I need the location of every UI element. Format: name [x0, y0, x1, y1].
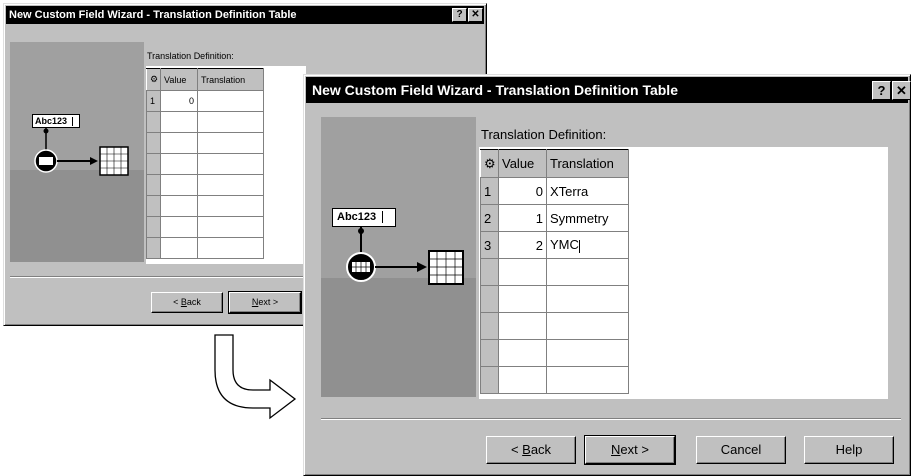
back-abc-textbox: Abc123 — [32, 114, 80, 128]
table-row[interactable] — [480, 366, 629, 394]
curved-arrow-icon — [214, 334, 297, 420]
back-back-button[interactable]: < Back — [151, 292, 223, 313]
back-translation-table[interactable]: ⚙ Value Translation 10 — [146, 68, 264, 259]
front-next-button[interactable]: Next > — [584, 435, 676, 465]
front-section-label: Translation Definition: — [481, 127, 607, 142]
front-cancel-button[interactable]: Cancel — [696, 436, 786, 464]
table-row[interactable] — [480, 312, 629, 340]
front-separator — [321, 418, 901, 420]
front-header-translation: Translation — [546, 149, 629, 178]
table-row[interactable] — [146, 195, 264, 217]
front-header-value: Value — [498, 149, 547, 178]
table-row[interactable]: 2 1 Symmetry — [480, 204, 629, 232]
editing-cell[interactable]: YMC — [546, 231, 629, 259]
front-wizard-dialog: New Custom Field Wizard - Translation De… — [303, 74, 911, 476]
front-help-button[interactable]: ? — [872, 81, 891, 100]
back-header-icon: ⚙ — [146, 68, 161, 91]
table-row[interactable] — [146, 174, 264, 196]
table-row[interactable] — [480, 285, 629, 313]
back-header-translation: Translation — [197, 68, 264, 91]
back-wizard-graphic: Abc123 — [10, 42, 144, 262]
table-row[interactable] — [146, 237, 264, 259]
back-title-bar: New Custom Field Wizard - Translation De… — [6, 6, 484, 24]
front-keyboard-to-table-icon — [346, 227, 464, 285]
table-row[interactable]: 3 2 YMC — [480, 231, 629, 259]
table-row[interactable] — [146, 216, 264, 238]
table-row[interactable] — [480, 339, 629, 367]
front-title-bar: New Custom Field Wizard - Translation De… — [306, 77, 908, 103]
table-row[interactable] — [146, 132, 264, 154]
front-title-text: New Custom Field Wizard - Translation De… — [312, 82, 678, 98]
front-help-text-button[interactable]: Help — [804, 436, 894, 464]
front-wizard-graphic: Abc123 — [321, 117, 476, 397]
front-abc-textbox: Abc123 — [332, 208, 396, 227]
front-back-button[interactable]: < Back — [486, 436, 576, 464]
table-row[interactable] — [480, 258, 629, 286]
back-help-button[interactable]: ? — [452, 8, 467, 22]
table-row[interactable]: 1 0 XTerra — [480, 177, 629, 205]
table-row[interactable] — [146, 111, 264, 133]
back-header-value: Value — [160, 68, 198, 91]
front-header-icon: ⚙ — [480, 149, 499, 178]
front-translation-table[interactable]: ⚙ Value Translation 1 0 XTerra 2 1 Symmetry … — [480, 149, 629, 394]
table-row[interactable] — [146, 153, 264, 175]
back-close-button[interactable]: ✕ — [468, 8, 483, 22]
back-title-text: New Custom Field Wizard - Translation De… — [9, 9, 297, 21]
back-next-button[interactable]: Next > — [228, 291, 302, 314]
back-separator — [10, 276, 310, 278]
back-keyboard-to-table-icon — [34, 128, 129, 176]
back-section-label: Translation Definition: — [147, 51, 234, 61]
table-row[interactable]: 10 — [146, 90, 264, 112]
front-close-button[interactable]: ✕ — [892, 81, 911, 100]
